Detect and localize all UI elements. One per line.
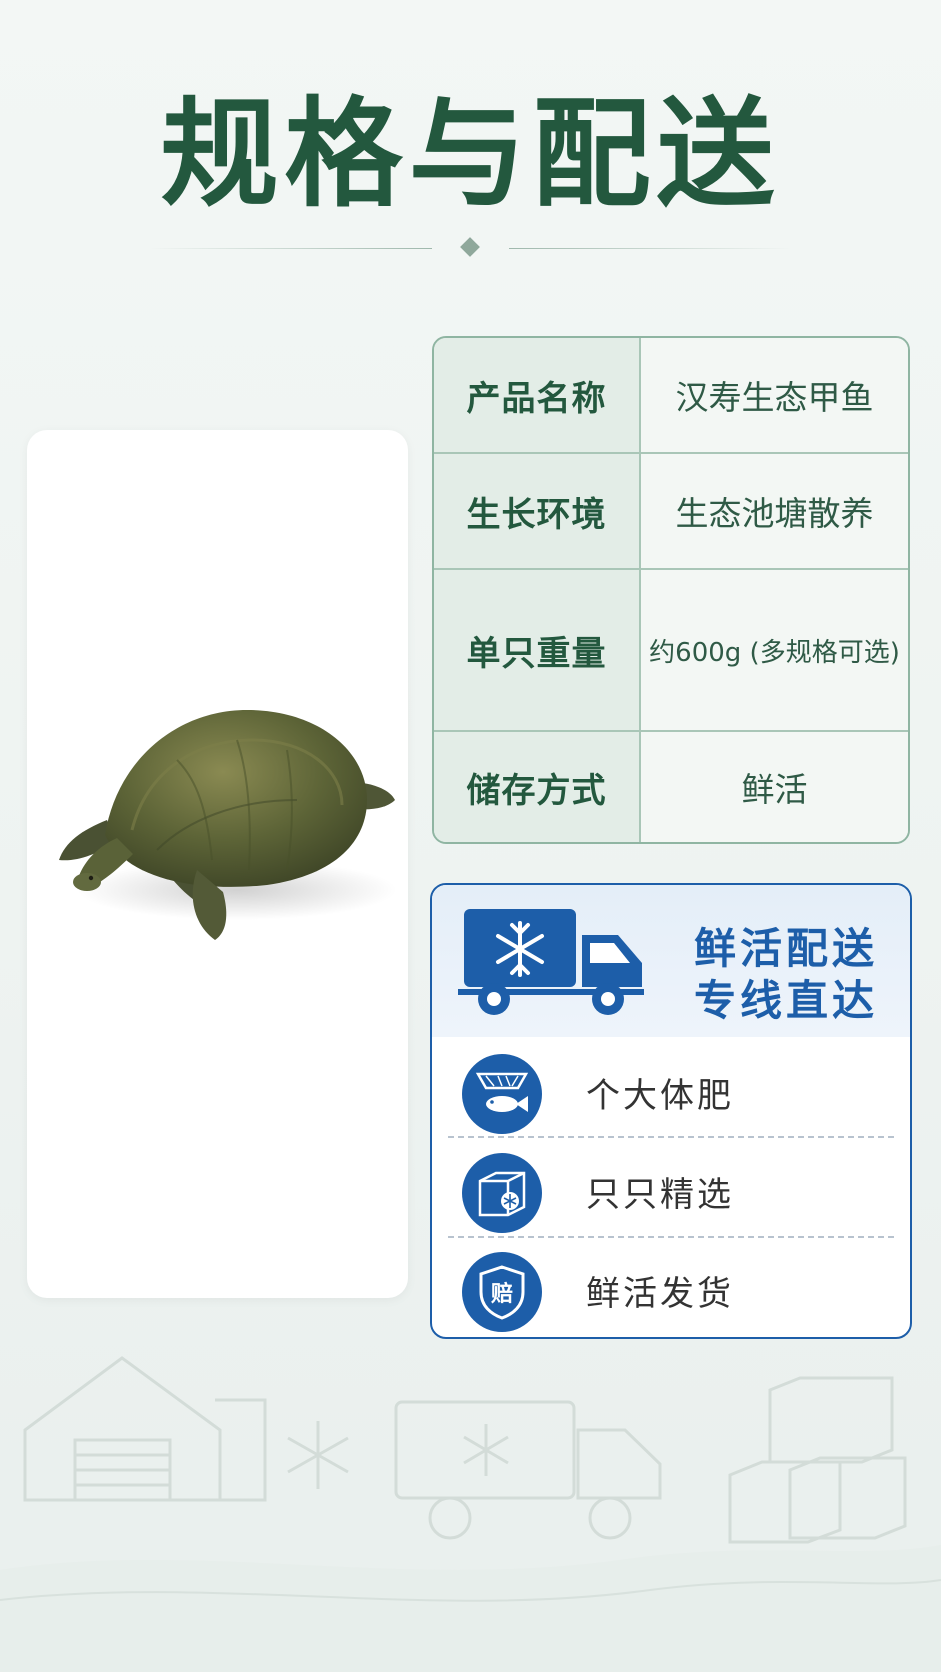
page-title: 规格与配送 <box>160 84 781 223</box>
title-divider <box>150 237 791 257</box>
delivery-header: 鲜活配送 专线直达 <box>432 885 910 1037</box>
diamond-ornament-icon <box>460 237 480 257</box>
spec-label: 储存方式 <box>434 732 641 842</box>
feature-label: 鲜活发货 <box>586 1274 734 1314</box>
feature-item: 赔 鲜活发货 <box>432 1240 910 1336</box>
spec-label: 生长环境 <box>434 454 641 568</box>
shield-compensate-icon: 赔 <box>462 1252 542 1332</box>
delivery-info-box: 鲜活配送 专线直达 个大体肥 只只精选 赔 鲜活发货 <box>430 883 912 1339</box>
cold-box-icon <box>462 1153 542 1233</box>
refrigerated-truck-icon <box>458 909 644 1015</box>
feature-item: 只只精选 <box>432 1141 910 1237</box>
soft-shell-turtle-image <box>59 710 397 940</box>
spec-row-environment: 生长环境 生态池塘散养 <box>434 454 908 568</box>
delivery-slogan-line2: 专线直达 <box>693 976 878 1025</box>
spec-label: 产品名称 <box>434 338 641 452</box>
spec-row-storage: 储存方式 鲜活 <box>434 732 908 842</box>
feature-item: 个大体肥 <box>432 1042 910 1138</box>
feature-label: 只只精选 <box>586 1175 734 1215</box>
product-image-card <box>27 430 408 1298</box>
feature-label: 个大体肥 <box>586 1076 734 1116</box>
badge-text: 赔 <box>491 1281 513 1307</box>
spec-value: 鲜活 <box>641 732 908 842</box>
spec-table: 产品名称 汉寿生态甲鱼 生长环境 生态池塘散养 单只重量 约600g (多规格可… <box>432 336 910 844</box>
spec-row-weight: 单只重量 约600g (多规格可选) <box>434 570 908 730</box>
spec-value: 汉寿生态甲鱼 <box>641 338 908 452</box>
fish-net-icon <box>462 1054 542 1134</box>
cold-chain-background-illustration <box>0 1356 941 1672</box>
spec-value: 约600g (多规格可选) <box>641 570 908 730</box>
dashed-divider <box>448 1236 894 1238</box>
spec-label: 单只重量 <box>434 570 641 730</box>
spec-value: 生态池塘散养 <box>641 454 908 568</box>
dashed-divider <box>448 1136 894 1138</box>
spec-row-product-name: 产品名称 汉寿生态甲鱼 <box>434 338 908 452</box>
